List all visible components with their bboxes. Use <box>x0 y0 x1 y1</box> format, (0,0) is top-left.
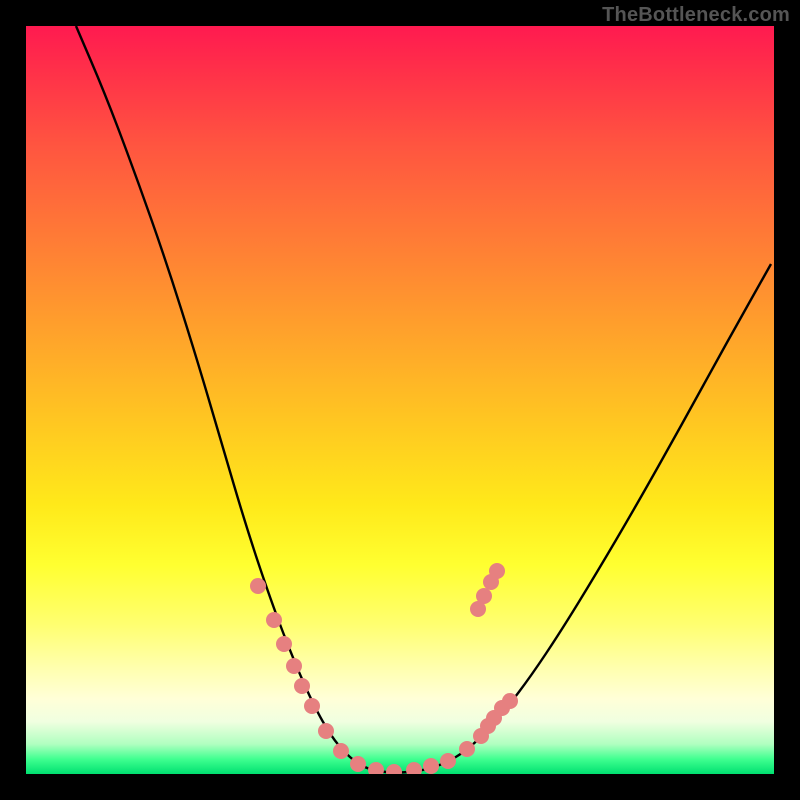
background-gradient <box>26 26 774 774</box>
watermark: TheBottleneck.com <box>602 4 790 27</box>
chart-frame <box>26 26 774 774</box>
